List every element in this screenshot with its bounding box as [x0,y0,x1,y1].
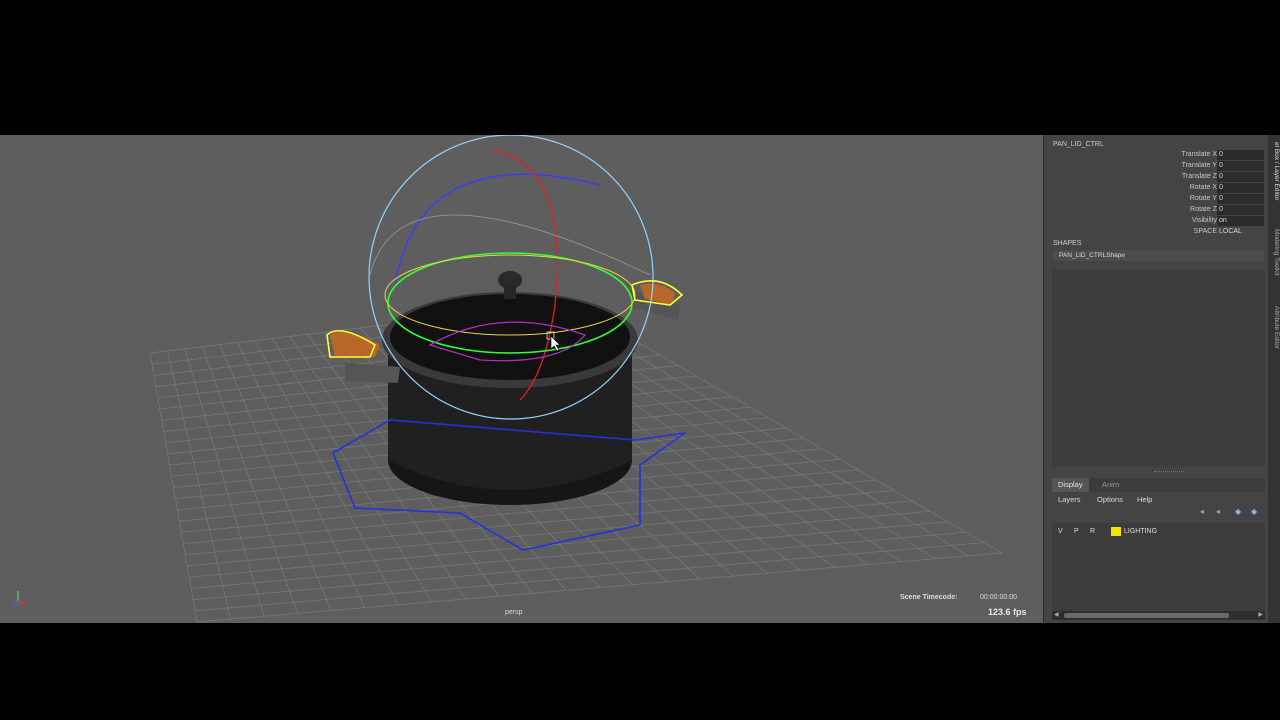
scene-timecode-value: 00:00:00:00 [980,594,1017,601]
attr-row-rotate-z[interactable]: Rotate Z 0 [1044,205,1269,216]
attr-value-field[interactable]: 0 [1217,194,1264,204]
attr-label: Translate Y [1181,162,1217,169]
scene-render[interactable] [0,135,1043,623]
layer-row-lighting[interactable]: V P R LIGHTING [1052,525,1265,538]
move-layer-down-icon[interactable]: ◂ [1216,507,1220,516]
camera-name-label: persp [505,609,523,616]
tab-anim[interactable]: Anim [1096,478,1125,492]
layer-tool-buttons: ◂ ◂ ◆ ◆ [1194,507,1264,519]
scene-timecode-label: Scene Timecode: [900,594,958,601]
attr-row-rotate-x[interactable]: Rotate X 0 [1044,183,1269,194]
panel-resize-handle[interactable] [1154,471,1184,473]
layer-visibility-toggle[interactable]: V [1058,525,1063,538]
attr-row-translate-y[interactable]: Translate Y 0 [1044,161,1269,172]
layer-name[interactable]: LIGHTING [1124,525,1157,538]
tab-attribute-editor[interactable]: Attribute Editor [1268,297,1280,357]
attr-value-field[interactable]: 0 [1217,205,1264,215]
3d-viewport[interactable]: persp Scene Timecode: 00:00:00:00 123.6 … [0,135,1043,623]
fps-readout: 123.6 fps [988,607,1027,617]
attr-label: Rotate Y [1189,195,1217,202]
layer-list: V P R LIGHTING [1052,523,1265,611]
channel-box-panel: PAN_LID_CTRL Translate X 0 Translate Y 0… [1043,135,1269,623]
layer-list-scrollbar[interactable]: ◀ ▶ [1052,611,1265,620]
side-panel-tabs: el Box / Layer Editor Modeling Toolkit A… [1268,135,1280,623]
tab-modeling-toolkit[interactable]: Modeling Toolkit [1268,219,1280,285]
attr-label: Rotate X [1189,184,1217,191]
attr-label: Rotate Z [1190,206,1217,213]
scroll-right-icon[interactable]: ▶ [1258,611,1263,620]
layer-color-swatch[interactable] [1111,527,1121,536]
tab-channel-box-layer-editor[interactable]: el Box / Layer Editor [1268,135,1280,207]
attr-label: Visibility [1191,217,1217,224]
grid-line [195,542,985,612]
selected-object-name[interactable]: PAN_LID_CTRL [1053,141,1104,148]
tab-display[interactable]: Display [1052,478,1089,492]
letterbox-bottom [0,623,1280,720]
attr-row-space[interactable]: SPACE LOCAL [1044,227,1269,238]
menu-help[interactable]: Help [1137,493,1152,506]
axis-gizmo-icon [13,591,26,606]
attr-label: Translate Z [1181,173,1217,180]
attr-value-field[interactable]: on [1217,216,1264,226]
move-layer-up-icon[interactable]: ◂ [1200,507,1204,516]
attr-row-visibility[interactable]: Visibility on [1044,216,1269,227]
layer-editor-tabs: Display Anim [1052,478,1265,492]
grid-line [196,552,1003,623]
layer-render-toggle[interactable]: R [1090,525,1095,538]
menu-options[interactable]: Options [1097,493,1123,506]
shape-node-item[interactable]: PAN_LID_CTRLShape [1053,250,1264,261]
channel-box-empty-area [1052,270,1265,466]
attr-value-field[interactable]: 0 [1217,161,1264,171]
new-layer-selected-icon[interactable]: ◆ [1251,507,1257,516]
scrollbar-thumb[interactable] [1064,613,1229,618]
menu-layers[interactable]: Layers [1058,493,1081,506]
attr-row-translate-z[interactable]: Translate Z 0 [1044,172,1269,183]
attr-value-field[interactable]: 0 [1217,150,1264,160]
attr-value-field[interactable]: 0 [1217,183,1264,193]
attr-row-rotate-y[interactable]: Rotate Y 0 [1044,194,1269,205]
attr-label: Translate X [1181,151,1217,158]
cooking-pot-model[interactable] [330,271,680,505]
attr-row-translate-x[interactable]: Translate X 0 [1044,150,1269,161]
layer-editor-menubar: Layers Options Help [1052,493,1265,506]
new-empty-layer-icon[interactable]: ◆ [1235,507,1241,516]
scroll-left-icon[interactable]: ◀ [1054,611,1059,620]
attr-label: SPACE [1193,228,1217,235]
shapes-section-title: SHAPES [1053,240,1082,247]
layer-playback-toggle[interactable]: P [1074,525,1079,538]
attr-value-field[interactable]: 0 [1217,172,1264,182]
letterbox-top [0,0,1280,135]
attr-value-field[interactable]: LOCAL [1217,227,1264,237]
